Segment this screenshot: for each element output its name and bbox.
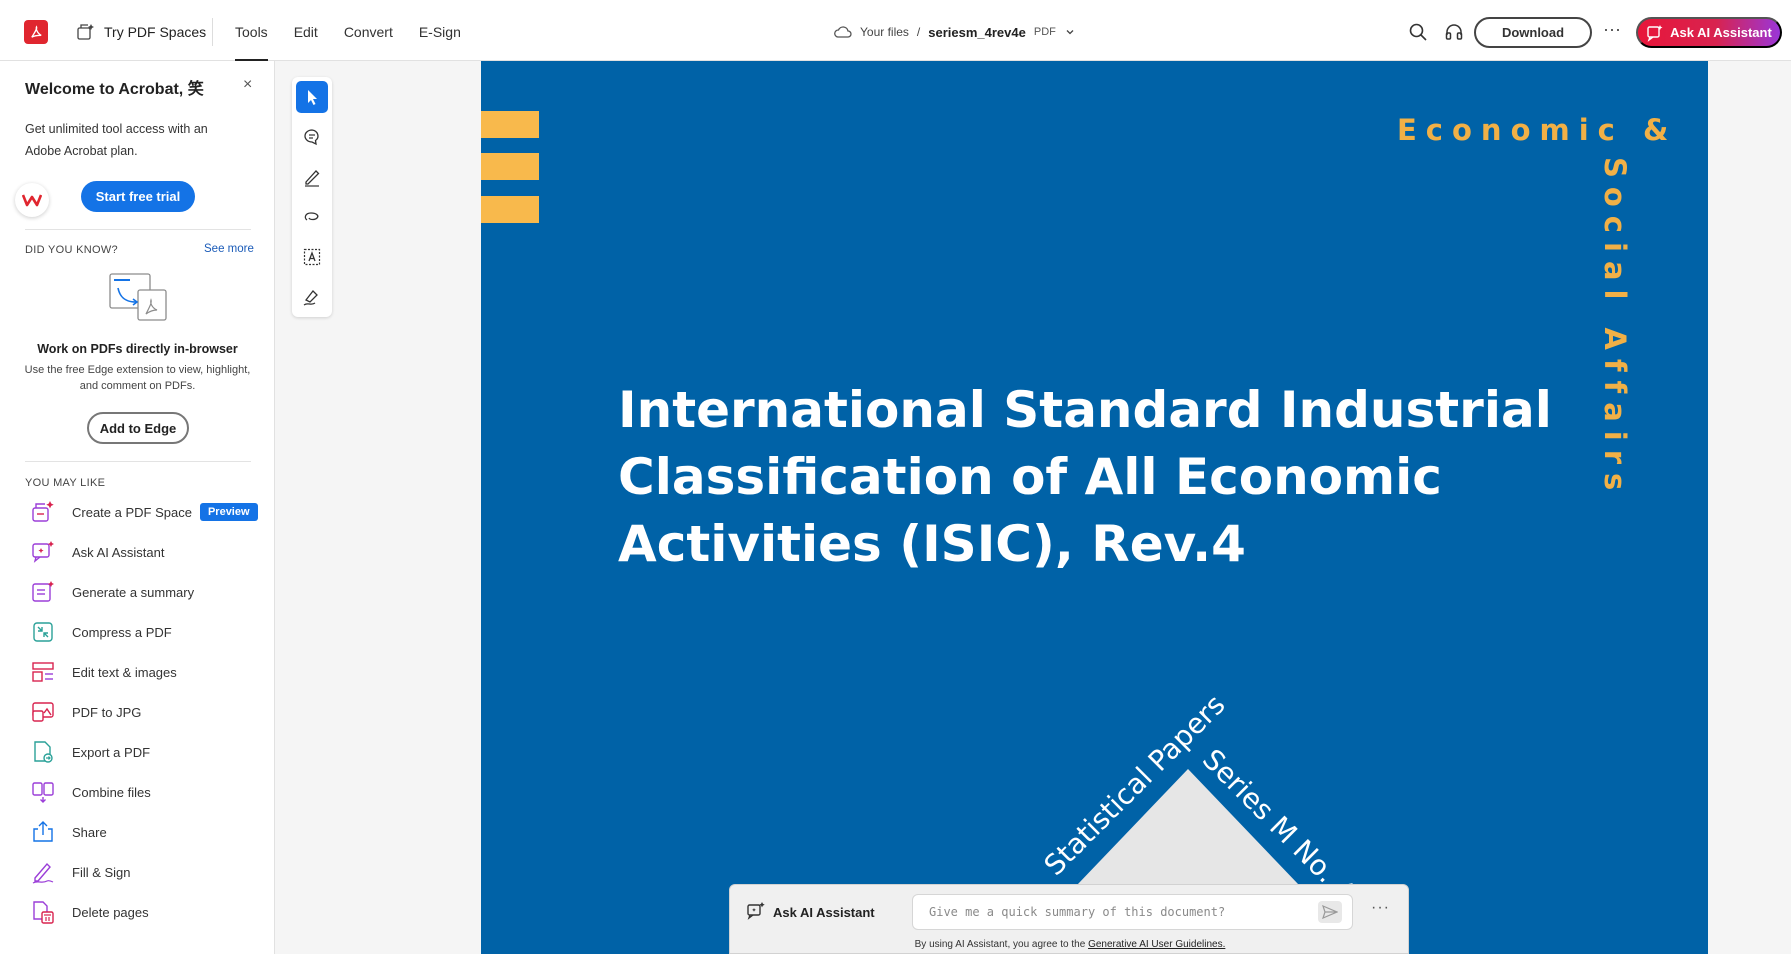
- export-icon: [34, 741, 53, 763]
- menu-convert[interactable]: Convert: [331, 0, 406, 61]
- ai-guidelines-link[interactable]: Generative AI User Guidelines.: [1088, 939, 1225, 950]
- you-may-like-heading: YOU MAY LIKE: [25, 477, 106, 489]
- wps-logo-icon[interactable]: [15, 183, 49, 217]
- acrobat-logo-icon[interactable]: [24, 20, 48, 44]
- delete-pages-icon: [33, 901, 54, 924]
- browser-extension-illustration-icon: [109, 273, 167, 321]
- ai-chat-icon: [32, 541, 54, 563]
- chevron-down-icon[interactable]: [1064, 26, 1076, 38]
- download-button[interactable]: Download: [1474, 17, 1592, 48]
- ai-assistant-bar: Ask AI Assistant ··· By using AI Assista…: [729, 884, 1409, 954]
- add-to-edge-button[interactable]: Add to Edge: [87, 412, 189, 444]
- fill-sign-icon: [32, 862, 54, 884]
- tool-label: Share: [72, 824, 107, 840]
- divider: [25, 461, 251, 462]
- tool-create-pdf-space[interactable]: Create a PDF Space Preview: [30, 498, 270, 526]
- ai-assistant-label: Ask AI Assistant: [773, 905, 875, 920]
- try-pdf-spaces-label: Try PDF Spaces: [104, 24, 207, 40]
- draw-tool[interactable]: [296, 161, 328, 193]
- image-convert-icon: [32, 702, 54, 722]
- ai-chat-icon: [747, 902, 765, 920]
- tool-edit-text-images[interactable]: Edit text & images: [30, 658, 270, 686]
- compress-icon: [33, 622, 53, 642]
- select-tool[interactable]: [296, 81, 328, 113]
- left-panel: Welcome to Acrobat, 笑 × Get unlimited to…: [0, 61, 275, 954]
- tool-label: Edit text & images: [72, 664, 177, 680]
- ai-disclaimer-text: By using AI Assistant, you agree to the: [914, 939, 1089, 950]
- pdf-page[interactable]: Economic & Social Affairs International …: [481, 61, 1708, 954]
- menu-edit[interactable]: Edit: [281, 0, 331, 61]
- see-more-link[interactable]: See more: [204, 243, 254, 255]
- try-pdf-spaces-button[interactable]: Try PDF Spaces: [76, 20, 206, 44]
- tool-label: PDF to JPG: [72, 704, 142, 720]
- top-bar: Try PDF Spaces Tools Edit Convert E-Sign…: [0, 0, 1791, 61]
- breadcrumb-separator: /: [916, 25, 921, 39]
- headset-help-icon[interactable]: [1444, 22, 1464, 42]
- menu-e-sign[interactable]: E-Sign: [406, 0, 474, 61]
- series-triangle-graphic: Statistical Papers Series M No. 4: [1011, 688, 1365, 954]
- divider: [212, 18, 213, 46]
- tool-delete-pages[interactable]: Delete pages: [30, 898, 270, 926]
- comment-icon: [304, 129, 319, 146]
- tool-label: Create a PDF Space: [72, 504, 192, 520]
- extension-title: Work on PDFs directly in-browser: [37, 342, 238, 356]
- pen-sign-icon: [303, 290, 318, 306]
- send-button[interactable]: [1318, 901, 1342, 923]
- ai-prompt-input[interactable]: [912, 894, 1353, 930]
- tool-export-pdf[interactable]: Export a PDF: [30, 738, 270, 766]
- comment-tool[interactable]: [296, 121, 328, 153]
- tool-fill-sign[interactable]: Fill & Sign: [30, 858, 270, 886]
- tool-combine-files[interactable]: Combine files: [30, 778, 270, 806]
- tool-label: Ask AI Assistant: [72, 544, 165, 560]
- text-box-icon: [303, 248, 321, 266]
- tool-ask-ai-assistant[interactable]: Ask AI Assistant: [30, 538, 270, 566]
- more-options-icon[interactable]: ···: [1601, 20, 1623, 42]
- tool-generate-summary[interactable]: Generate a summary: [30, 578, 270, 606]
- tool-pdf-to-jpg[interactable]: PDF to JPG: [30, 698, 270, 726]
- tool-label: Delete pages: [72, 904, 149, 920]
- ask-ai-assistant-label: Ask AI Assistant: [1670, 25, 1772, 40]
- ai-more-options-icon[interactable]: ···: [1371, 899, 1390, 917]
- did-you-know-heading: DID YOU KNOW?: [25, 244, 118, 256]
- ai-disclaimer: By using AI Assistant, you agree to the …: [730, 939, 1410, 950]
- share-icon: [33, 821, 53, 842]
- pencil-icon: [305, 170, 320, 187]
- annotation-toolbar: [292, 77, 332, 317]
- ask-ai-assistant-button[interactable]: Ask AI Assistant: [1636, 17, 1782, 48]
- tool-compress-pdf[interactable]: Compress a PDF: [30, 618, 270, 646]
- sign-tool[interactable]: [296, 281, 328, 313]
- main-menu: Tools Edit Convert E-Sign: [222, 0, 474, 61]
- combine-icon: [32, 782, 54, 803]
- tool-label: Generate a summary: [72, 584, 195, 600]
- text-box-tool[interactable]: [296, 241, 328, 273]
- close-icon[interactable]: ×: [243, 76, 252, 94]
- breadcrumb-your-files[interactable]: Your files: [860, 25, 909, 39]
- summary-icon: [32, 581, 54, 602]
- edit-text-icon: [32, 662, 54, 682]
- breadcrumb: Your files / seriesm_4rev4e PDF: [834, 22, 1076, 42]
- send-icon: [1322, 905, 1338, 919]
- file-name[interactable]: seriesm_4rev4e: [928, 25, 1026, 40]
- tool-label: Compress a PDF: [72, 624, 172, 640]
- freeform-tool[interactable]: [296, 201, 328, 233]
- tool-label: Combine files: [72, 784, 151, 800]
- tool-label: Fill & Sign: [72, 864, 131, 880]
- cursor-arrow-icon: [308, 90, 317, 105]
- file-type: PDF: [1033, 26, 1056, 38]
- welcome-title: Welcome to Acrobat, 笑: [25, 81, 204, 98]
- promo-text: Get unlimited tool access with an Adobe …: [25, 122, 208, 158]
- start-free-trial-button[interactable]: Start free trial: [81, 181, 195, 212]
- cloud-icon: [834, 26, 852, 38]
- lasso-icon: [304, 212, 319, 221]
- tool-label: Export a PDF: [72, 744, 151, 760]
- menu-tools[interactable]: Tools: [222, 0, 281, 61]
- pdf-space-icon: [32, 501, 54, 522]
- ai-chat-icon: [1647, 24, 1663, 42]
- search-icon[interactable]: [1408, 22, 1428, 42]
- tool-share[interactable]: Share: [30, 818, 270, 846]
- extension-description: Use the free Edge extension to view, hig…: [24, 364, 251, 392]
- preview-badge: Preview: [199, 503, 258, 521]
- pdf-spaces-icon: [77, 24, 94, 40]
- divider: [25, 229, 251, 230]
